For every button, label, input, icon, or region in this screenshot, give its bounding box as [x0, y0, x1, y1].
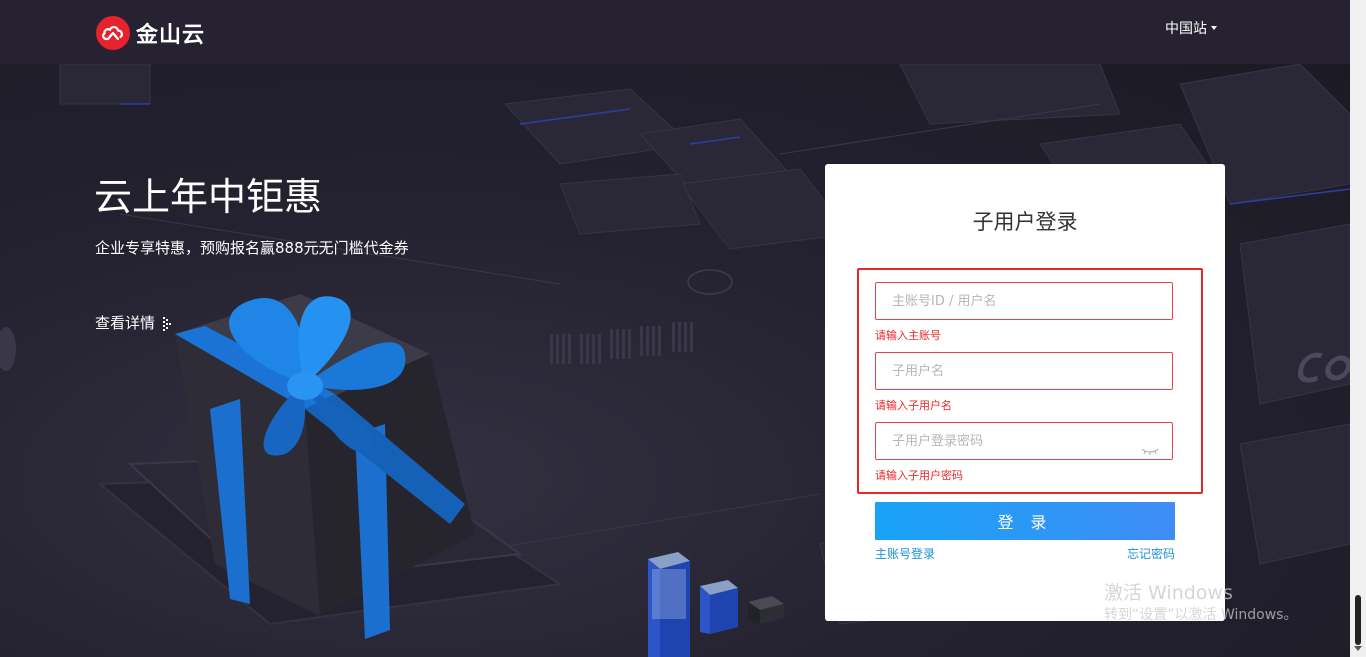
windows-activation-title: 激活 Windows	[1104, 582, 1233, 604]
sub-user-error: 请输入子用户名	[875, 399, 952, 412]
view-details-link[interactable]: 查看详情	[95, 312, 172, 333]
login-title: 子用户登录	[972, 210, 1078, 234]
password-error: 请输入子用户密码	[875, 469, 963, 482]
main-account-login-link[interactable]: 主账号登录	[875, 545, 935, 562]
forgot-password-link[interactable]: 忘记密码	[1127, 545, 1175, 562]
brand-name: 金山云	[136, 23, 206, 48]
region-label: 中国站	[1165, 21, 1207, 37]
vertical-scrollbar[interactable]	[1350, 0, 1366, 657]
region-selector[interactable]: 中国站	[1165, 18, 1217, 38]
scrollbar-thumb[interactable]	[1355, 595, 1361, 645]
promo-title: 云上年中钜惠	[94, 175, 323, 219]
sub-user-input[interactable]	[875, 352, 1173, 390]
main-account-input[interactable]	[875, 282, 1173, 320]
login-card: 子用户登录 请输入主账号 请输入子用户名 请输入子用户密码 登 录 主账号登录 …	[825, 164, 1225, 621]
login-button[interactable]: 登 录	[875, 502, 1175, 540]
top-navbar: 金山云 中国站	[0, 0, 1350, 64]
main-account-error: 请输入主账号	[875, 329, 941, 342]
scroll-down-arrow-icon[interactable]	[1354, 646, 1362, 651]
password-input[interactable]	[875, 422, 1173, 460]
cloud-logo-icon	[96, 16, 130, 50]
promo-subtitle: 企业专享特惠，预购报名赢888元无门槛代金券	[95, 239, 409, 257]
windows-activation-hint: 转到“设置”以激活 Windows。	[1104, 607, 1298, 623]
view-details-label: 查看详情	[95, 314, 156, 332]
dots-arrow-icon	[163, 316, 172, 331]
eye-closed-icon[interactable]	[1141, 440, 1159, 455]
caret-down-icon	[1211, 26, 1217, 30]
brand-logo[interactable]: 金山云	[96, 16, 205, 50]
